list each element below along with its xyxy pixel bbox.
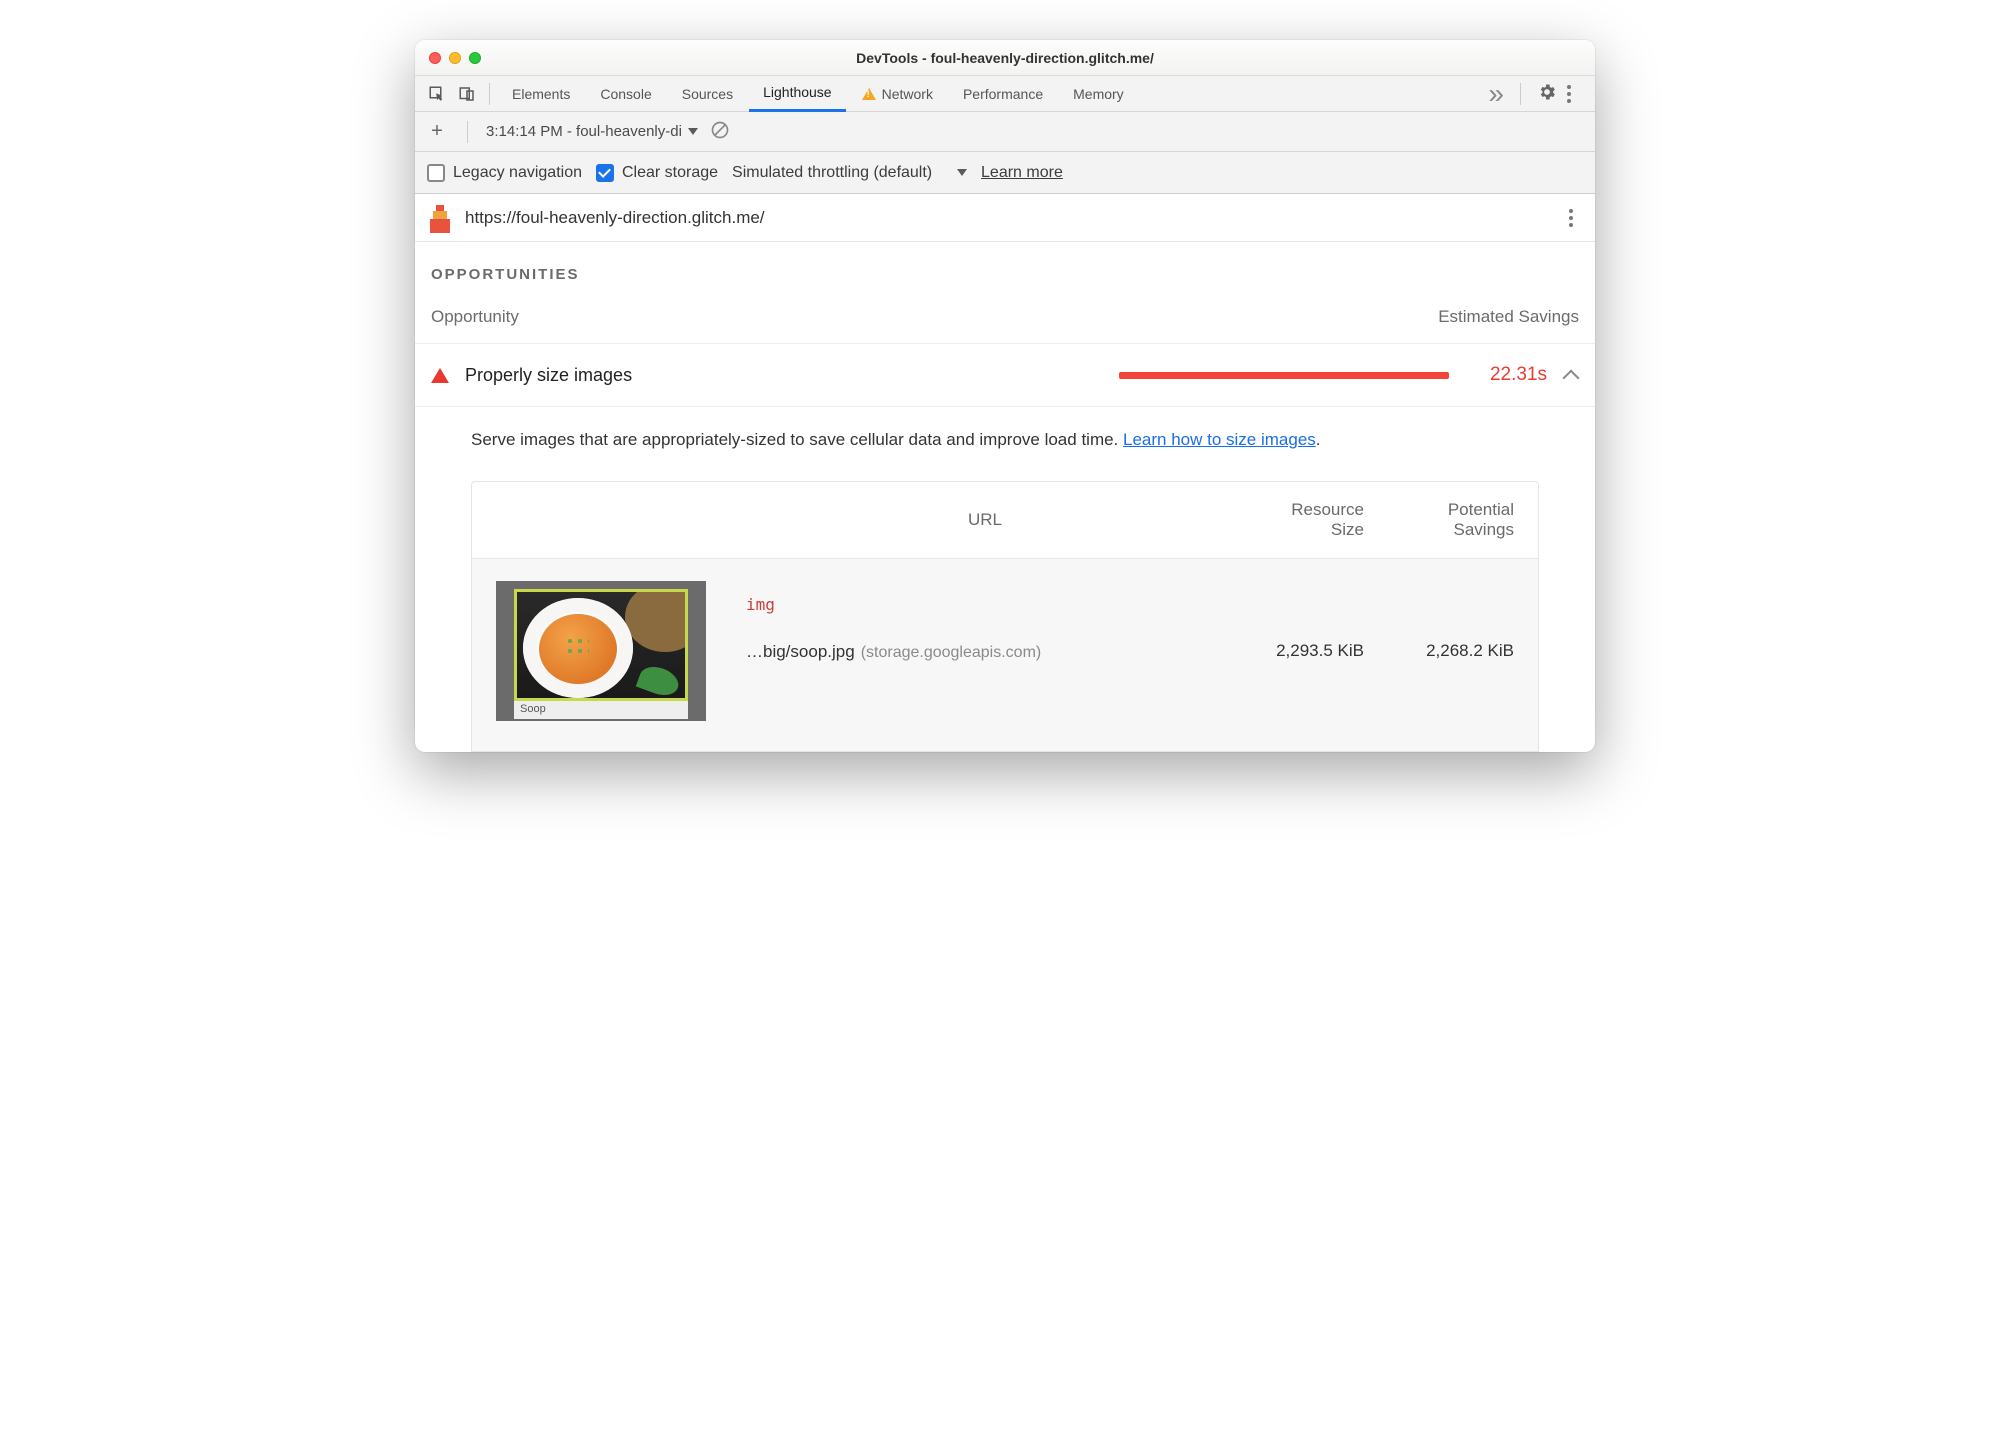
lighthouse-toolbar: + 3:14:14 PM - foul-heavenly-di [415,112,1595,152]
titlebar: DevTools - foul-heavenly-direction.glitc… [415,40,1595,76]
divider [1520,83,1521,105]
opportunity-table: URL Resource Size Potential Savings [471,481,1539,752]
tab-sources[interactable]: Sources [668,76,747,112]
tab-network[interactable]: Network [848,76,947,112]
learn-more-link[interactable]: Learn more [981,164,1063,182]
window-title: DevTools - foul-heavenly-direction.glitc… [415,50,1595,66]
clear-storage-label: Clear storage [622,164,718,182]
legacy-navigation-label: Legacy navigation [453,164,582,182]
report-url-bar: https://foul-heavenly-direction.glitch.m… [415,194,1595,242]
report-selector[interactable]: 3:14:14 PM - foul-heavenly-di [486,123,698,140]
kebab-menu-icon[interactable] [1567,85,1581,103]
tab-console[interactable]: Console [586,76,665,112]
report-menu-icon[interactable] [1569,209,1583,227]
checkbox-checked-icon[interactable] [596,164,614,182]
savings-bar-wrap: 22.31s [648,364,1579,386]
tab-lighthouse[interactable]: Lighthouse [749,76,846,112]
new-report-button[interactable]: + [425,120,449,143]
url-cell: img …big/soop.jpg(storage.googleapis.com… [746,639,1224,662]
legacy-navigation-option[interactable]: Legacy navigation [427,164,582,182]
device-toolbar-icon[interactable] [453,76,481,112]
savings-bar [1119,372,1449,379]
lighthouse-logo-icon [427,203,453,233]
th-potential-savings: Potential Savings [1364,500,1514,540]
opportunity-title: Properly size images [465,365,632,386]
collapse-chevron-icon[interactable] [1565,368,1579,382]
table-head: URL Resource Size Potential Savings [472,482,1538,559]
report-url: https://foul-heavenly-direction.glitch.m… [465,208,765,228]
report-content: OPPORTUNITIES Opportunity Estimated Savi… [415,242,1595,752]
resource-host: (storage.googleapis.com) [861,644,1042,661]
col-opportunity: Opportunity [431,307,519,327]
report-selector-label: 3:14:14 PM - foul-heavenly-di [486,123,682,140]
dropdown-caret-icon [957,169,967,176]
learn-link[interactable]: Learn how to size images [1123,430,1316,449]
checkbox-unchecked-icon[interactable] [427,164,445,182]
throttling-selector[interactable]: Simulated throttling (default) [732,164,967,182]
divider [489,83,490,105]
tab-performance[interactable]: Performance [949,76,1057,112]
main-tabbar: Elements Console Sources Lighthouse Netw… [415,76,1595,112]
tab-elements[interactable]: Elements [498,76,584,112]
table-row[interactable]: Soop img …big/soop.jpg(storage.googleapi… [472,559,1538,751]
more-tabs-icon[interactable]: » [1488,78,1504,110]
resource-size-cell: 2,293.5 KiB [1224,641,1364,661]
divider [467,121,468,143]
throttling-label: Simulated throttling (default) [732,164,932,182]
tab-memory[interactable]: Memory [1059,76,1138,112]
description-text: Serve images that are appropriately-size… [471,430,1123,449]
image-thumbnail: Soop [496,581,706,721]
minimize-window-button[interactable] [449,52,461,64]
thumb-caption: Soop [514,701,688,719]
section-title: OPPORTUNITIES [415,260,1595,297]
clear-storage-option[interactable]: Clear storage [596,164,718,182]
settings-gear-icon[interactable] [1537,82,1557,105]
resource-path: …big/soop.jpg [746,642,855,661]
lighthouse-options: Legacy navigation Clear storage Simulate… [415,152,1595,194]
zoom-window-button[interactable] [469,52,481,64]
opportunities-header: Opportunity Estimated Savings [415,297,1595,344]
close-window-button[interactable] [429,52,441,64]
window-controls [429,52,481,64]
th-url: URL [746,510,1224,530]
savings-value: 22.31s [1467,364,1547,386]
devtools-window: DevTools - foul-heavenly-direction.glitc… [415,40,1595,752]
dropdown-caret-icon [688,128,698,135]
th-resource-size: Resource Size [1224,500,1364,540]
element-tag: img [746,595,1224,614]
col-estimated-savings: Estimated Savings [1438,307,1579,327]
clear-icon[interactable] [710,120,730,144]
tab-network-label: Network [882,86,933,102]
opportunity-description: Serve images that are appropriately-size… [415,407,1595,471]
fail-triangle-icon [431,368,449,383]
opportunity-row[interactable]: Properly size images 22.31s [415,344,1595,407]
inspect-element-icon[interactable] [423,76,451,112]
warning-icon [862,88,876,100]
potential-savings-cell: 2,268.2 KiB [1364,641,1514,661]
